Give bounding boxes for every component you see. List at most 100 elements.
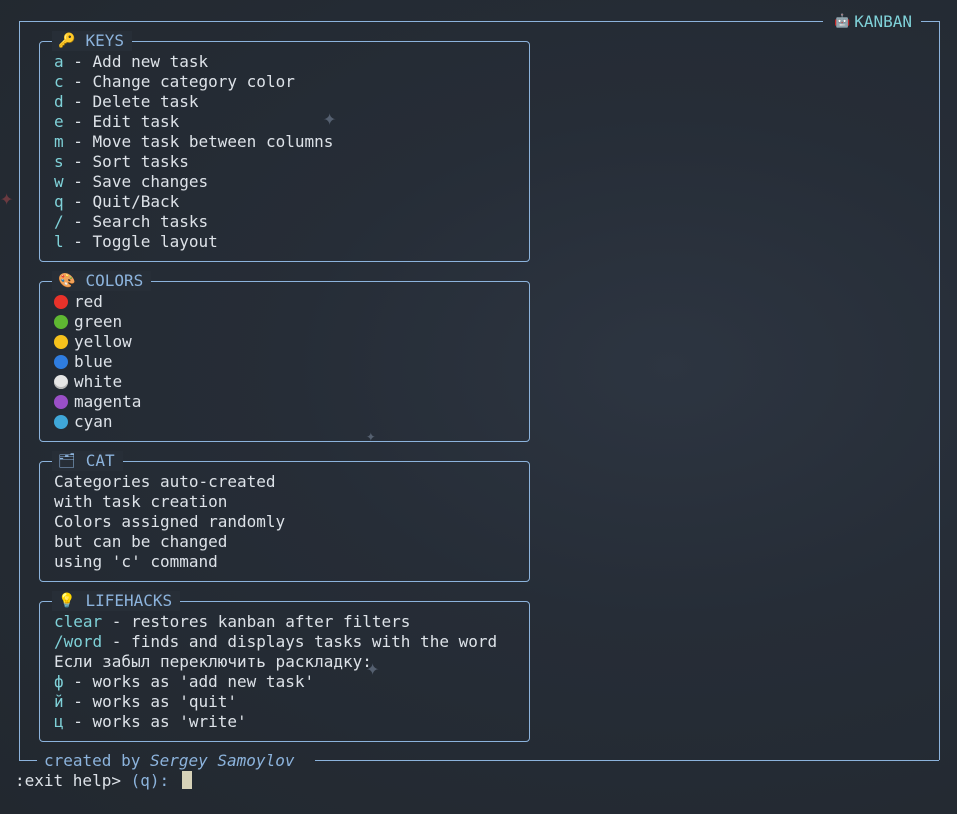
lifehack-description: - works as 'write' [63,712,247,731]
keys-list: a - Add new task c - Change category colo… [54,52,333,252]
shortcut-separator: - [63,232,93,251]
shortcut-description: Change category color [92,72,295,91]
shortcut-row: q - Quit/Back [54,192,333,212]
robot-icon: 🤖 [834,14,851,29]
shortcut-separator: - [63,112,93,131]
shortcut-row: w - Save changes [54,172,333,192]
lifehack-row: ц - works as 'write' [54,712,497,732]
outer-frame-top [921,21,939,22]
cat-list: Categories auto-created with task creatio… [54,472,285,572]
shortcut-separator: - [63,132,93,151]
colors-panel-title: 🎨 COLORS [52,271,152,291]
shortcut-key: l [54,232,64,251]
lifehack-key: ф [54,672,64,691]
shortcut-row: a - Add new task [54,52,333,72]
palette-icon: 🎨 [58,273,76,289]
lifehack-row: /word - finds and displays tasks with th… [54,632,497,652]
shortcut-key: w [54,172,64,191]
text-cursor[interactable] [181,771,192,789]
lifehack-key: ц [54,712,64,731]
color-swatch-icon [54,355,68,369]
cat-info-line: Categories auto-created [54,472,276,491]
shortcut-key: m [54,132,64,151]
shortcut-row: l - Toggle layout [54,232,333,252]
prompt-text: :exit help> [15,771,131,790]
lifehack-row: ф - works as 'add new task' [54,672,497,692]
color-name: white [74,372,123,391]
shortcut-separator: - [63,152,93,171]
sparkle-decoration: ✦ [0,186,14,211]
shortcut-separator: - [63,192,93,211]
color-swatch-icon [54,415,68,429]
lifehack-row: clear - restores kanban after filters [54,612,497,632]
card-index-dividers-icon: 🗂 [58,453,76,469]
color-row: red [54,292,141,312]
shortcut-row: m - Move task between columns [54,132,333,152]
shortcut-separator: - [63,172,93,191]
color-name: red [74,292,103,311]
cat-info-line: with task creation [54,492,228,511]
color-row: magenta [54,392,141,412]
lifehack-description: - restores kanban after filters [102,612,411,631]
command-prompt[interactable]: :exit help> (q): [15,771,192,791]
keys-panel-title: 🔑 KEYS [52,31,132,51]
shortcut-description: Toggle layout [92,232,218,251]
outer-frame-bottom [19,760,37,761]
author-name: Sergey Samoylov [149,751,295,770]
lifehack-description: - works as 'quit' [63,692,238,711]
shortcut-row: c - Change category color [54,72,333,92]
lifehack-description: - works as 'add new task' [63,672,315,691]
lifehacks-panel: 💡 LIFEHACKS clear - restores kanban afte… [39,591,530,742]
color-name: blue [74,352,113,371]
app-title-text: KANBAN [854,12,912,31]
shortcut-description: Add new task [92,52,209,71]
lifehack-row: Если забыл переключить раскладку: [54,652,497,672]
shortcut-description: Edit task [92,112,180,131]
lifehack-row: й - works as 'quit' [54,692,497,712]
color-row: white [54,372,141,392]
shortcut-key: a [54,52,64,71]
shortcut-description: Sort tasks [92,152,189,171]
shortcut-row: / - Search tasks [54,212,333,232]
colors-panel: 🎨 COLORS red green yellow blue white magenta c… [39,271,530,442]
color-row: green [54,312,141,332]
app-title: 🤖 KANBAN [834,12,912,32]
color-swatch-icon [54,375,68,389]
color-name: magenta [74,392,142,411]
color-name: yellow [74,332,132,351]
shortcut-description: Delete task [92,92,199,111]
shortcut-separator: - [63,72,93,91]
lifehack-description: Если забыл переключить раскладку: [54,652,372,671]
color-swatch-icon [54,295,68,309]
shortcut-key: / [54,212,64,231]
shortcut-key: q [54,192,64,211]
shortcut-key: s [54,152,64,171]
shortcut-key: c [54,72,64,91]
shortcut-separator: - [63,52,93,71]
shortcut-description: Move task between columns [92,132,334,151]
key-icon: 🔑 [58,33,76,49]
outer-frame-bottom [315,760,939,761]
shortcut-row: d - Delete task [54,92,333,112]
color-name: green [74,312,123,331]
color-swatch-icon [54,315,68,329]
prompt-option: (q): [130,771,179,790]
shortcut-row: s - Sort tasks [54,152,333,172]
cat-panel: 🗂 CAT Categories auto-created with task c… [39,451,530,582]
cat-panel-title: 🗂 CAT [52,451,123,471]
lifehack-key: /word [54,632,103,651]
lifehack-description: - finds and displays tasks with the word [102,632,498,651]
shortcut-key: d [54,92,64,111]
lifehacks-panel-title: 💡 LIFEHACKS [52,591,181,611]
cat-info-line: using 'c' command [54,552,218,571]
color-name: cyan [74,412,113,431]
colors-list: red green yellow blue white magenta cyan [54,292,141,432]
footer-credit: created by Sergey Samoylov [44,751,295,770]
lifehacks-list: clear - restores kanban after filters/wo… [54,612,497,732]
lightbulb-icon: 💡 [58,593,76,609]
shortcut-description: Quit/Back [92,192,180,211]
color-swatch-icon [54,335,68,349]
shortcut-separator: - [63,212,93,231]
shortcut-key: e [54,112,64,131]
color-row: blue [54,352,141,372]
